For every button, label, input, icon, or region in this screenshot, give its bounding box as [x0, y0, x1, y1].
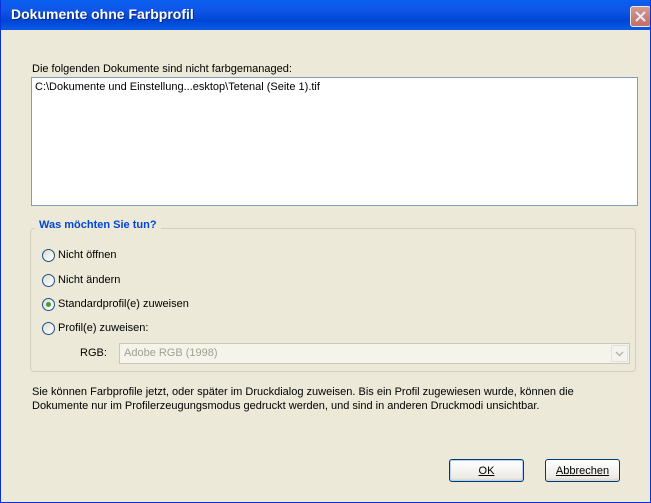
- action-group-legend: Was möchten Sie tun?: [35, 219, 161, 231]
- dropdown-button[interactable]: [611, 345, 628, 362]
- radio-label: Profil(e) zuweisen:: [58, 322, 149, 334]
- rgb-profile-value: Adobe RGB (1998): [124, 347, 218, 359]
- rgb-profile-select[interactable]: Adobe RGB (1998): [119, 343, 630, 364]
- chevron-down-icon: [615, 351, 624, 357]
- radio-standardprofil-zuweisen[interactable]: Standardprofil(e) zuweisen: [42, 297, 189, 311]
- radio-label: Standardprofil(e) zuweisen: [58, 298, 189, 310]
- rgb-label: RGB:: [80, 347, 107, 359]
- radio-nicht-aendern[interactable]: Nicht ändern: [42, 273, 120, 287]
- list-item[interactable]: C:\Dokumente und Einstellung...esktop\Te…: [35, 81, 320, 93]
- window-title: Dokumente ohne Farbprofil: [11, 6, 194, 22]
- close-button[interactable]: [630, 6, 650, 27]
- cancel-button[interactable]: Abbrechen: [545, 459, 620, 482]
- documents-label: Die folgenden Dokumente sind nicht farbg…: [32, 63, 292, 75]
- radio-label: Nicht öffnen: [58, 249, 117, 261]
- radio-button-selected[interactable]: [42, 297, 55, 311]
- info-text: Sie können Farbprofile jetzt, oder späte…: [32, 386, 574, 412]
- radio-button[interactable]: [42, 321, 55, 335]
- title-bar[interactable]: Dokumente ohne Farbprofil: [1, 0, 650, 30]
- radio-button[interactable]: [42, 248, 55, 262]
- dialog-window: Dokumente ohne Farbprofil Die folgenden …: [0, 0, 651, 503]
- radio-label: Nicht ändern: [58, 274, 121, 286]
- close-icon: [635, 11, 646, 22]
- documents-list[interactable]: C:\Dokumente und Einstellung...esktop\Te…: [31, 77, 638, 206]
- radio-profil-zuweisen[interactable]: Profil(e) zuweisen:: [42, 321, 148, 335]
- radio-nicht-oeffnen[interactable]: Nicht öffnen: [42, 248, 117, 262]
- ok-button[interactable]: OK: [449, 459, 524, 482]
- radio-button[interactable]: [42, 273, 55, 287]
